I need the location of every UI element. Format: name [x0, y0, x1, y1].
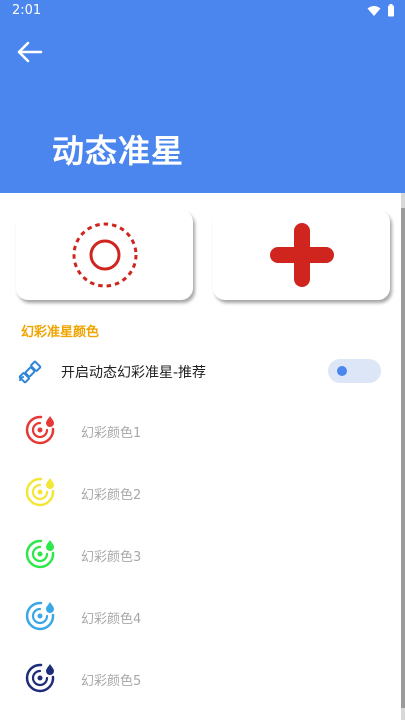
toggle-label: 开启动态幻彩准星-推荐	[61, 365, 207, 381]
color-item-label: 幻彩颜色5	[81, 674, 142, 689]
color-drop-icon	[25, 477, 55, 507]
red-plus-crosshair-icon	[269, 223, 334, 287]
color-drop-icon	[25, 415, 55, 445]
crosshair-card-dotted-ring[interactable]	[16, 210, 193, 300]
wifi-icon	[367, 5, 381, 16]
color-item-2[interactable]: 幻彩颜色2	[0, 464, 400, 524]
section-title: 幻彩准星颜色	[21, 325, 100, 340]
color-item-label: 幻彩颜色1	[81, 426, 142, 441]
status-time: 2:01	[12, 3, 42, 18]
dynamic-color-toggle-row[interactable]: 开启动态幻彩准星-推荐	[0, 352, 400, 390]
scrollbar-thumb[interactable]	[401, 208, 405, 708]
switch-knob	[337, 366, 347, 376]
crosshair-card-plus[interactable]	[213, 210, 390, 300]
color-drop-icon	[25, 539, 55, 569]
app-header: 2:01 动态准星	[0, 0, 405, 193]
color-item-label: 幻彩颜色3	[81, 550, 142, 565]
color-item-3[interactable]: 幻彩颜色3	[0, 526, 400, 586]
page-title: 动态准星	[52, 132, 185, 170]
dotted-ring-crosshair-icon	[72, 222, 137, 288]
dynamic-color-switch[interactable]	[328, 359, 381, 383]
back-arrow-icon[interactable]	[14, 36, 46, 68]
color-item-4[interactable]: 幻彩颜色4	[0, 588, 400, 648]
color-item-label: 幻彩颜色4	[81, 612, 142, 627]
color-item-label: 幻彩颜色2	[81, 488, 142, 503]
color-drop-icon	[25, 601, 55, 631]
color-item-5[interactable]: 幻彩颜色5	[0, 650, 400, 710]
status-icons	[367, 4, 395, 17]
color-drop-icon	[25, 663, 55, 693]
battery-icon	[388, 4, 394, 17]
color-item-1[interactable]: 幻彩颜色1	[0, 402, 400, 462]
satellite-icon	[18, 360, 42, 384]
